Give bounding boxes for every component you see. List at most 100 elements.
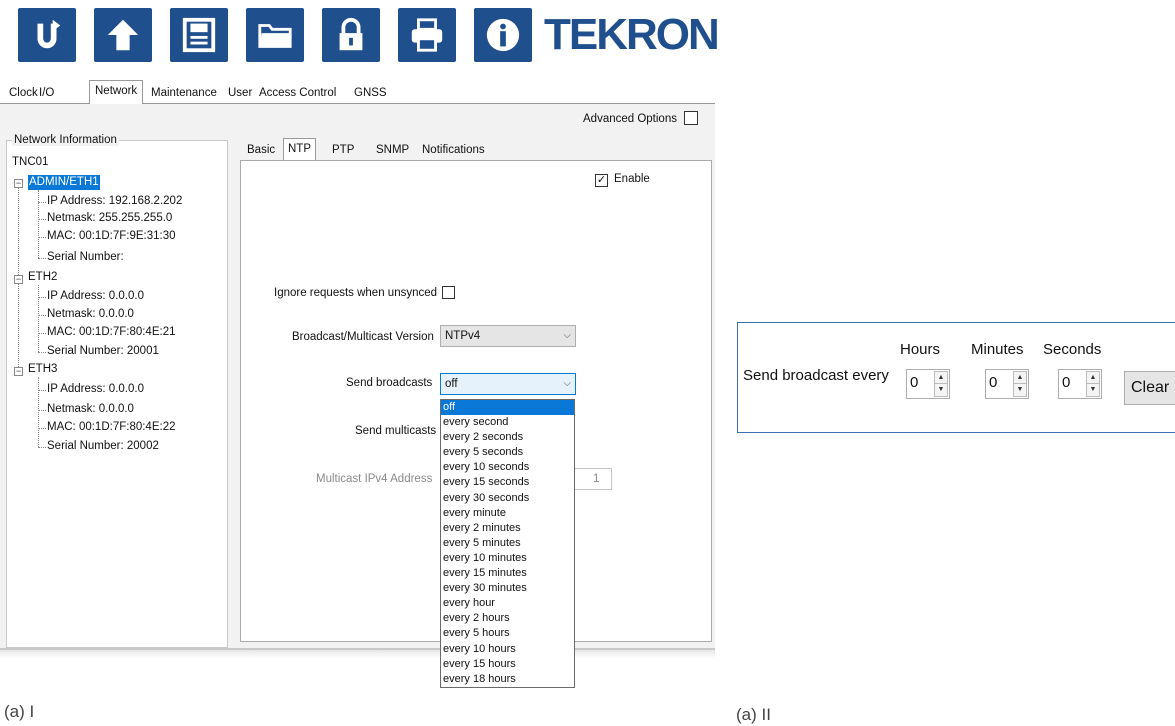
dropdown-option[interactable]: every hour (441, 596, 574, 611)
tab-access-control[interactable]: Access Control (254, 84, 341, 104)
dropdown-option[interactable]: every 2 hours (441, 611, 574, 626)
caption-right: (a) II (736, 705, 771, 724)
ignore-unsynced-checkbox[interactable] (442, 286, 455, 299)
panel-bottom-edge (0, 648, 715, 658)
version-value: NTPv4 (445, 330, 481, 342)
spin-up-icon[interactable]: ▲ (1087, 372, 1099, 384)
upload-icon[interactable] (94, 8, 152, 62)
dropdown-option[interactable]: every 5 hours (441, 626, 574, 641)
send-broadcasts-dropdown-list: off every second every 2 seconds every 5 se… (440, 399, 575, 688)
tab-maintenance[interactable]: Maintenance (146, 84, 222, 104)
send-broadcasts-value: off (445, 378, 458, 390)
dropdown-option[interactable]: every 5 seconds (441, 445, 574, 460)
dropdown-option[interactable]: every 18 hours (441, 672, 574, 687)
caption-left: (a) I (4, 702, 35, 721)
sub-tab-bar: Basic NTP PTP SNMP Notifications (240, 138, 715, 161)
save-icon[interactable] (170, 8, 228, 62)
chevron-down-icon: ⌵ (563, 378, 571, 389)
advanced-options-label: Advanced Options (583, 113, 677, 125)
tree-mac: MAC: 00:1D:7F:80:4E:22 (47, 421, 176, 433)
tree-netmask: Netmask: 0.0.0.0 (47, 403, 134, 415)
enable-checkbox[interactable]: ✓ (595, 174, 608, 187)
tree-interface-eth2[interactable]: ETH2 (28, 270, 57, 285)
tree-serial-number: Serial Number: 20002 (47, 440, 159, 452)
dropdown-option[interactable]: every 30 seconds (441, 491, 574, 506)
tree-netmask: Netmask: 0.0.0.0 (47, 308, 134, 320)
tree-ip-address: IP Address: 0.0.0.0 (47, 383, 144, 395)
tab-gnss[interactable]: GNSS (349, 84, 392, 104)
refresh-icon[interactable] (18, 8, 76, 62)
send-multicasts-label: Send multicasts (355, 425, 437, 437)
tab-ntp[interactable]: NTP (283, 138, 316, 161)
tab-ptp[interactable]: PTP (328, 142, 358, 160)
dropdown-option[interactable]: every 15 minutes (441, 566, 574, 581)
tab-user[interactable]: User (223, 84, 257, 104)
tab-network[interactable]: Network (89, 80, 144, 105)
hours-value: 0 (910, 374, 919, 391)
spin-down-icon[interactable]: ▼ (1014, 384, 1026, 396)
tekron-logo: TEKRON (544, 10, 720, 59)
dropdown-option[interactable]: every second (441, 415, 574, 430)
minutes-spinner[interactable]: 0 ▲ ▼ (985, 369, 1029, 399)
network-information-legend: Network Information (12, 134, 119, 146)
tree-serial-number: Serial Number: (47, 251, 124, 263)
version-label: Broadcast/Multicast Version (292, 331, 434, 343)
collapse-icon[interactable]: − (14, 275, 23, 284)
tree-ip-address: IP Address: 192.168.2.202 (47, 195, 183, 207)
version-select[interactable]: NTPv4 ⌵ (440, 325, 576, 347)
main-tab-bar: Clock I/O Network Maintenance User Acces… (0, 80, 715, 105)
dropdown-option[interactable]: every 10 hours (441, 642, 574, 657)
seconds-label: Seconds (1043, 341, 1102, 358)
dropdown-option[interactable]: every 10 minutes (441, 551, 574, 566)
dropdown-option[interactable]: every 2 minutes (441, 521, 574, 536)
dropdown-option[interactable]: every 10 seconds (441, 460, 574, 475)
dropdown-option[interactable]: off (441, 400, 574, 416)
tab-io[interactable]: I/O (34, 84, 59, 104)
collapse-icon[interactable]: − (14, 179, 23, 188)
tree-interface-admin-eth1[interactable]: ADMIN/ETH1 (28, 175, 100, 190)
seconds-value: 0 (1062, 374, 1071, 391)
dropdown-option[interactable]: every 30 minutes (441, 581, 574, 596)
dropdown-option[interactable]: every 15 seconds (441, 475, 574, 490)
lock-icon[interactable] (322, 8, 380, 62)
spin-up-icon[interactable]: ▲ (1014, 372, 1026, 384)
spin-down-icon[interactable]: ▼ (935, 384, 947, 396)
tree-netmask: Netmask: 255.255.255.0 (47, 212, 173, 224)
multicast-address-label: Multicast IPv4 Address (316, 473, 433, 485)
minutes-label: Minutes (971, 341, 1024, 358)
dropdown-option[interactable]: every 2 seconds (441, 430, 574, 445)
print-icon[interactable] (398, 8, 456, 62)
dropdown-option[interactable]: every 15 hours (441, 657, 574, 672)
send-broadcasts-select[interactable]: off ⌵ (440, 373, 576, 395)
info-icon[interactable] (474, 8, 532, 62)
tree-ip-address: IP Address: 0.0.0.0 (47, 290, 144, 302)
hours-label: Hours (900, 341, 941, 358)
tree-mac: MAC: 00:1D:7F:80:4E:21 (47, 326, 176, 338)
hours-spinner[interactable]: 0 ▲ ▼ (906, 369, 950, 399)
dropdown-option[interactable]: every 5 minutes (441, 536, 574, 551)
tree-mac: MAC: 00:1D:7F:9E:31:30 (47, 230, 176, 242)
tree-serial-number: Serial Number: 20001 (47, 345, 159, 357)
dropdown-option[interactable]: every minute (441, 506, 574, 521)
multicast-address-last-octet: 1 (593, 473, 600, 485)
collapse-icon[interactable]: − (14, 367, 23, 376)
minutes-value: 0 (989, 374, 998, 391)
send-broadcast-every-panel: Hours Minutes Seconds Send broadcast eve… (737, 322, 1175, 433)
tab-basic[interactable]: Basic (243, 142, 279, 160)
advanced-options-checkbox[interactable] (684, 111, 698, 125)
tab-notifications[interactable]: Notifications (418, 142, 489, 160)
spin-down-icon[interactable]: ▼ (1087, 384, 1099, 396)
tab-snmp[interactable]: SNMP (372, 142, 413, 160)
tree-root: TNC01 (12, 156, 49, 168)
folder-icon[interactable] (246, 8, 304, 62)
clear-button[interactable]: Clear (1124, 371, 1175, 405)
send-broadcast-every-label: Send broadcast every (743, 367, 889, 384)
enable-label: Enable (614, 173, 650, 185)
chevron-down-icon: ⌵ (563, 330, 571, 341)
tree-interface-eth3[interactable]: ETH3 (28, 362, 57, 377)
spin-up-icon[interactable]: ▲ (935, 372, 947, 384)
send-broadcasts-label: Send broadcasts (346, 377, 433, 389)
seconds-spinner[interactable]: 0 ▲ ▼ (1058, 369, 1102, 399)
ignore-unsynced-label: Ignore requests when unsynced (274, 287, 438, 299)
toolbar: TEKRON (18, 4, 720, 62)
